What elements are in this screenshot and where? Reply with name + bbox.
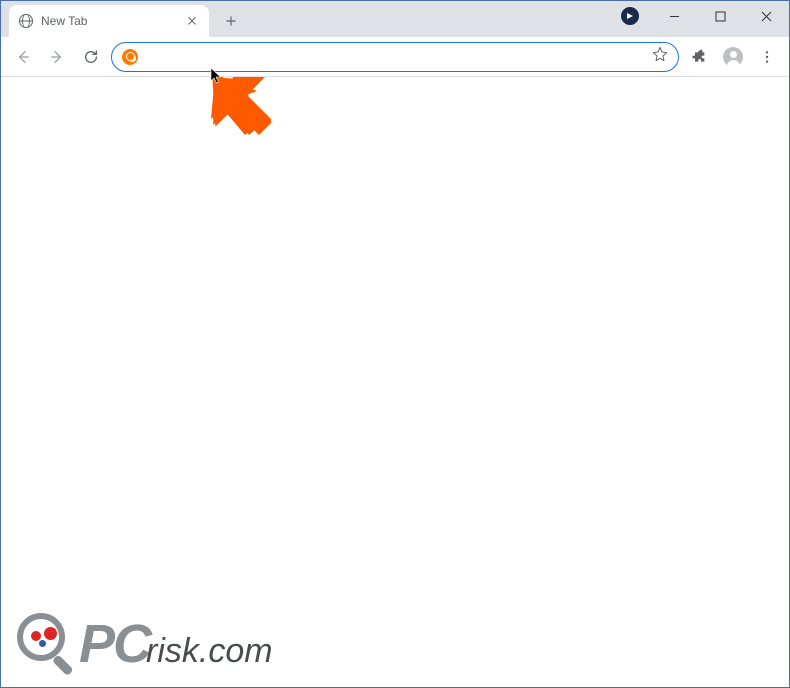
minimize-icon bbox=[669, 11, 680, 22]
reload-button[interactable] bbox=[77, 43, 105, 71]
media-control-icon[interactable] bbox=[621, 7, 639, 25]
maximize-button[interactable] bbox=[697, 1, 743, 31]
url-input[interactable] bbox=[146, 49, 644, 65]
address-bar[interactable] bbox=[111, 42, 679, 72]
back-button[interactable] bbox=[9, 43, 37, 71]
minimize-button[interactable] bbox=[651, 1, 697, 31]
browser-window: New Tab bbox=[1, 1, 789, 687]
mouse-cursor-icon bbox=[210, 67, 222, 85]
watermark-text: PC risk.com bbox=[79, 613, 273, 675]
globe-icon bbox=[19, 14, 33, 28]
tab-title: New Tab bbox=[41, 14, 177, 28]
bookmark-button[interactable] bbox=[652, 46, 668, 67]
watermark-logo: PC risk.com bbox=[17, 613, 273, 675]
plus-icon bbox=[224, 14, 238, 28]
forward-button[interactable] bbox=[43, 43, 71, 71]
magnifier-icon bbox=[17, 613, 79, 675]
new-tab-button[interactable] bbox=[217, 7, 245, 35]
close-icon bbox=[761, 11, 772, 22]
close-tab-icon[interactable] bbox=[185, 14, 199, 28]
maximize-icon bbox=[715, 11, 726, 22]
tab-strip: New Tab bbox=[1, 1, 245, 37]
menu-button[interactable] bbox=[753, 43, 781, 71]
titlebar: New Tab bbox=[1, 1, 789, 37]
page-content: PC risk.com bbox=[1, 77, 789, 687]
reload-icon bbox=[83, 49, 99, 65]
extensions-button[interactable] bbox=[685, 43, 713, 71]
profile-button[interactable] bbox=[719, 43, 747, 71]
watermark-pc: PC bbox=[79, 613, 150, 675]
tab-new-tab[interactable]: New Tab bbox=[9, 5, 209, 37]
watermark-risk: risk.com bbox=[146, 632, 273, 671]
avatar-icon bbox=[723, 47, 743, 67]
star-icon bbox=[652, 46, 668, 62]
arrow-right-icon bbox=[49, 49, 65, 65]
puzzle-icon bbox=[691, 49, 707, 65]
toolbar bbox=[1, 37, 789, 77]
window-controls bbox=[651, 1, 789, 31]
close-window-button[interactable] bbox=[743, 1, 789, 31]
search-provider-icon bbox=[122, 49, 138, 65]
kebab-icon bbox=[759, 49, 775, 65]
arrow-left-icon bbox=[15, 49, 31, 65]
